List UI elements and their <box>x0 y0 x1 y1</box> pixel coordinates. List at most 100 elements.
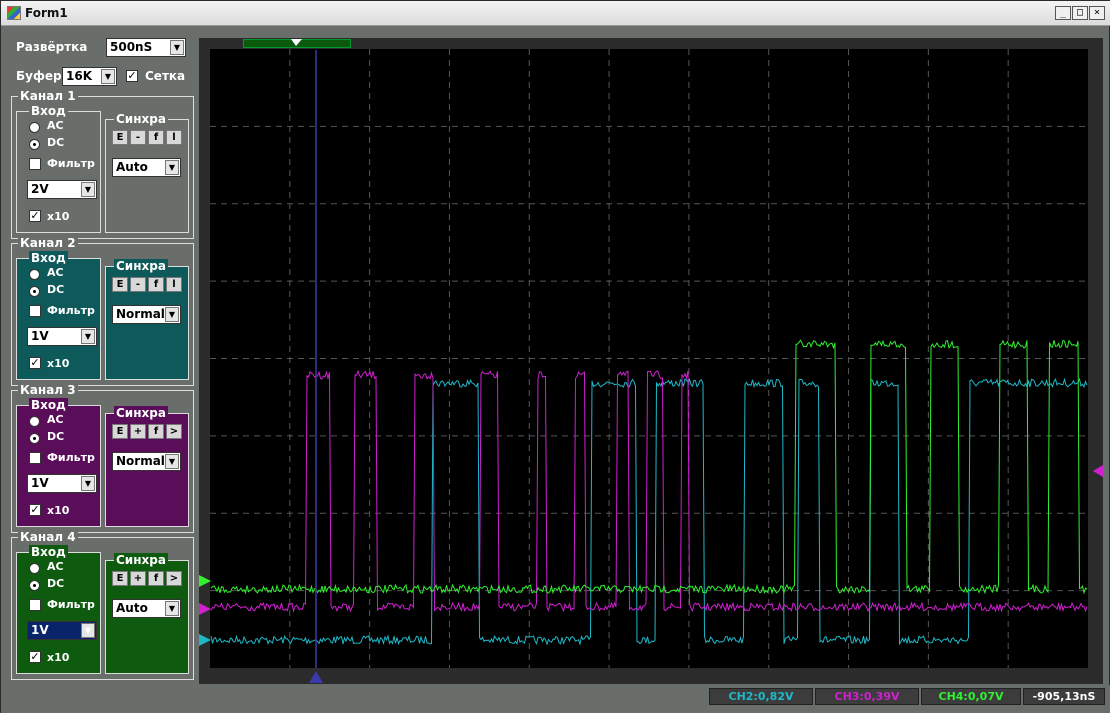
sync-group: Синхра E-fl Normal ▼ <box>105 259 189 380</box>
dc-label: DC <box>47 430 65 443</box>
ch3-readout: CH3:0,39V <box>815 688 919 705</box>
ac-radio[interactable] <box>29 416 40 427</box>
window-title: Form1 <box>25 6 68 20</box>
sync-buttons: E-fl <box>112 130 184 146</box>
dc-radio[interactable] <box>29 433 40 444</box>
chevron-down-icon: ▼ <box>81 182 95 197</box>
sync-button[interactable]: f <box>148 130 164 145</box>
sync-button[interactable]: f <box>148 277 164 292</box>
sync-button[interactable]: + <box>130 571 146 586</box>
filter-checkbox[interactable] <box>29 305 41 317</box>
grid-label: Сетка <box>145 69 186 83</box>
ac-radio[interactable] <box>29 563 40 574</box>
filter-checkbox[interactable] <box>29 599 41 611</box>
dc-radio[interactable] <box>29 139 40 150</box>
sync-button[interactable]: > <box>166 571 182 586</box>
ch4-level-marker <box>199 575 211 587</box>
channel-2-group: Канал 2 Вход AC DC Фильтр 1V ▼ ✓ x10 Синх… <box>11 236 194 386</box>
sync-button[interactable]: f <box>148 424 164 439</box>
chevron-down-icon: ▼ <box>165 160 179 175</box>
sync-button[interactable]: E <box>112 571 128 586</box>
dc-label: DC <box>47 283 65 296</box>
buffer-select[interactable]: 16K ▼ <box>62 67 117 86</box>
sync-mode-select[interactable]: Normal ▼ <box>112 305 181 324</box>
cursor-marker <box>309 671 323 683</box>
chevron-down-icon: ▼ <box>81 623 95 638</box>
x10-checkbox[interactable]: ✓ <box>29 504 41 516</box>
sync-mode-select[interactable]: Normal ▼ <box>112 452 181 471</box>
sync-button[interactable]: l <box>166 130 182 145</box>
input-group: Вход AC DC Фильтр 2V ▼ ✓ x10 <box>16 104 101 233</box>
sync-button[interactable]: + <box>130 424 146 439</box>
volts-select[interactable]: 1V ▼ <box>27 327 97 346</box>
volts-select[interactable]: 1V ▼ <box>27 621 97 640</box>
sync-button[interactable]: - <box>130 130 146 145</box>
sync-button[interactable]: E <box>112 130 128 145</box>
filter-checkbox[interactable] <box>29 452 41 464</box>
sync-buttons: E-fl <box>112 277 184 293</box>
sync-mode-select[interactable]: Auto ▼ <box>112 599 181 618</box>
input-label: Вход <box>29 104 68 118</box>
ac-label: AC <box>47 413 64 426</box>
trigger-position-marker <box>291 39 302 46</box>
input-label: Вход <box>29 251 68 265</box>
ac-label: AC <box>47 266 64 279</box>
input-label: Вход <box>29 545 68 559</box>
sync-group: Синхра E + f > Normal ▼ <box>105 406 189 527</box>
sync-label: Синхра <box>114 406 168 420</box>
x10-checkbox[interactable]: ✓ <box>29 210 41 222</box>
ac-radio[interactable] <box>29 122 40 133</box>
input-group: Вход AC DC Фильтр 1V ▼ ✓ x10 <box>16 545 101 674</box>
ac-radio[interactable] <box>29 269 40 280</box>
input-group: Вход AC DC Фильтр 1V ▼ ✓ x10 <box>16 251 101 380</box>
ch3-trigger-marker <box>1093 465 1103 477</box>
sweep-select[interactable]: 500nS ▼ <box>106 38 186 57</box>
main-window: Form1 _ □ × Развёртка 500nS ▼ Буфер 16K ▼ … <box>0 0 1110 713</box>
sync-group: Синхра E + f > Auto ▼ <box>105 553 189 674</box>
filter-label: Фильтр <box>47 157 95 170</box>
ch4-readout: CH4:0,07V <box>921 688 1021 705</box>
dc-radio[interactable] <box>29 580 40 591</box>
input-group: Вход AC DC Фильтр 1V ▼ ✓ x10 <box>16 398 101 527</box>
sync-button[interactable]: l <box>166 277 182 292</box>
sync-button[interactable]: - <box>130 277 146 292</box>
sync-buttons: E + f > <box>112 424 184 440</box>
close-button[interactable]: × <box>1089 6 1105 20</box>
grid-checkbox[interactable]: ✓ <box>126 70 138 82</box>
ac-label: AC <box>47 119 64 132</box>
chevron-down-icon: ▼ <box>101 69 115 84</box>
oscilloscope-display <box>199 38 1103 684</box>
sweep-label: Развёртка <box>16 40 88 54</box>
sync-button[interactable]: f <box>148 571 164 586</box>
filter-checkbox[interactable] <box>29 158 41 170</box>
title-bar[interactable]: Form1 _ □ × <box>1 1 1110 26</box>
sync-mode-select[interactable]: Auto ▼ <box>112 158 181 177</box>
dc-label: DC <box>47 136 65 149</box>
x10-checkbox[interactable]: ✓ <box>29 651 41 663</box>
maximize-button[interactable]: □ <box>1072 6 1088 20</box>
sync-label: Синхра <box>114 112 168 126</box>
ch2-level-marker <box>199 634 211 646</box>
sync-group: Синхра E-fl Auto ▼ <box>105 112 189 233</box>
minimize-button[interactable]: _ <box>1055 6 1071 20</box>
ch2-readout: CH2:0,82V <box>709 688 813 705</box>
volts-select[interactable]: 2V ▼ <box>27 180 97 199</box>
volts-select[interactable]: 1V ▼ <box>27 474 97 493</box>
dc-radio[interactable] <box>29 286 40 297</box>
input-label: Вход <box>29 398 68 412</box>
channel-title: Канал 1 <box>18 89 78 103</box>
x10-checkbox[interactable]: ✓ <box>29 357 41 369</box>
ac-label: AC <box>47 560 64 573</box>
x10-label: x10 <box>47 210 70 223</box>
sync-button[interactable]: > <box>166 424 182 439</box>
sync-button[interactable]: E <box>112 424 128 439</box>
sync-label: Синхра <box>114 259 168 273</box>
x10-label: x10 <box>47 651 70 664</box>
filter-label: Фильтр <box>47 598 95 611</box>
channel-4-group: Канал 4 Вход AC DC Фильтр 1V ▼ ✓ x10 Синх… <box>11 530 194 680</box>
channel-title: Канал 4 <box>18 530 78 544</box>
waveform-screen[interactable] <box>199 38 1103 684</box>
chevron-down-icon: ▼ <box>170 40 184 55</box>
sync-button[interactable]: E <box>112 277 128 292</box>
channel-1-group: Канал 1 Вход AC DC Фильтр 2V ▼ ✓ x10 Синх… <box>11 89 194 239</box>
